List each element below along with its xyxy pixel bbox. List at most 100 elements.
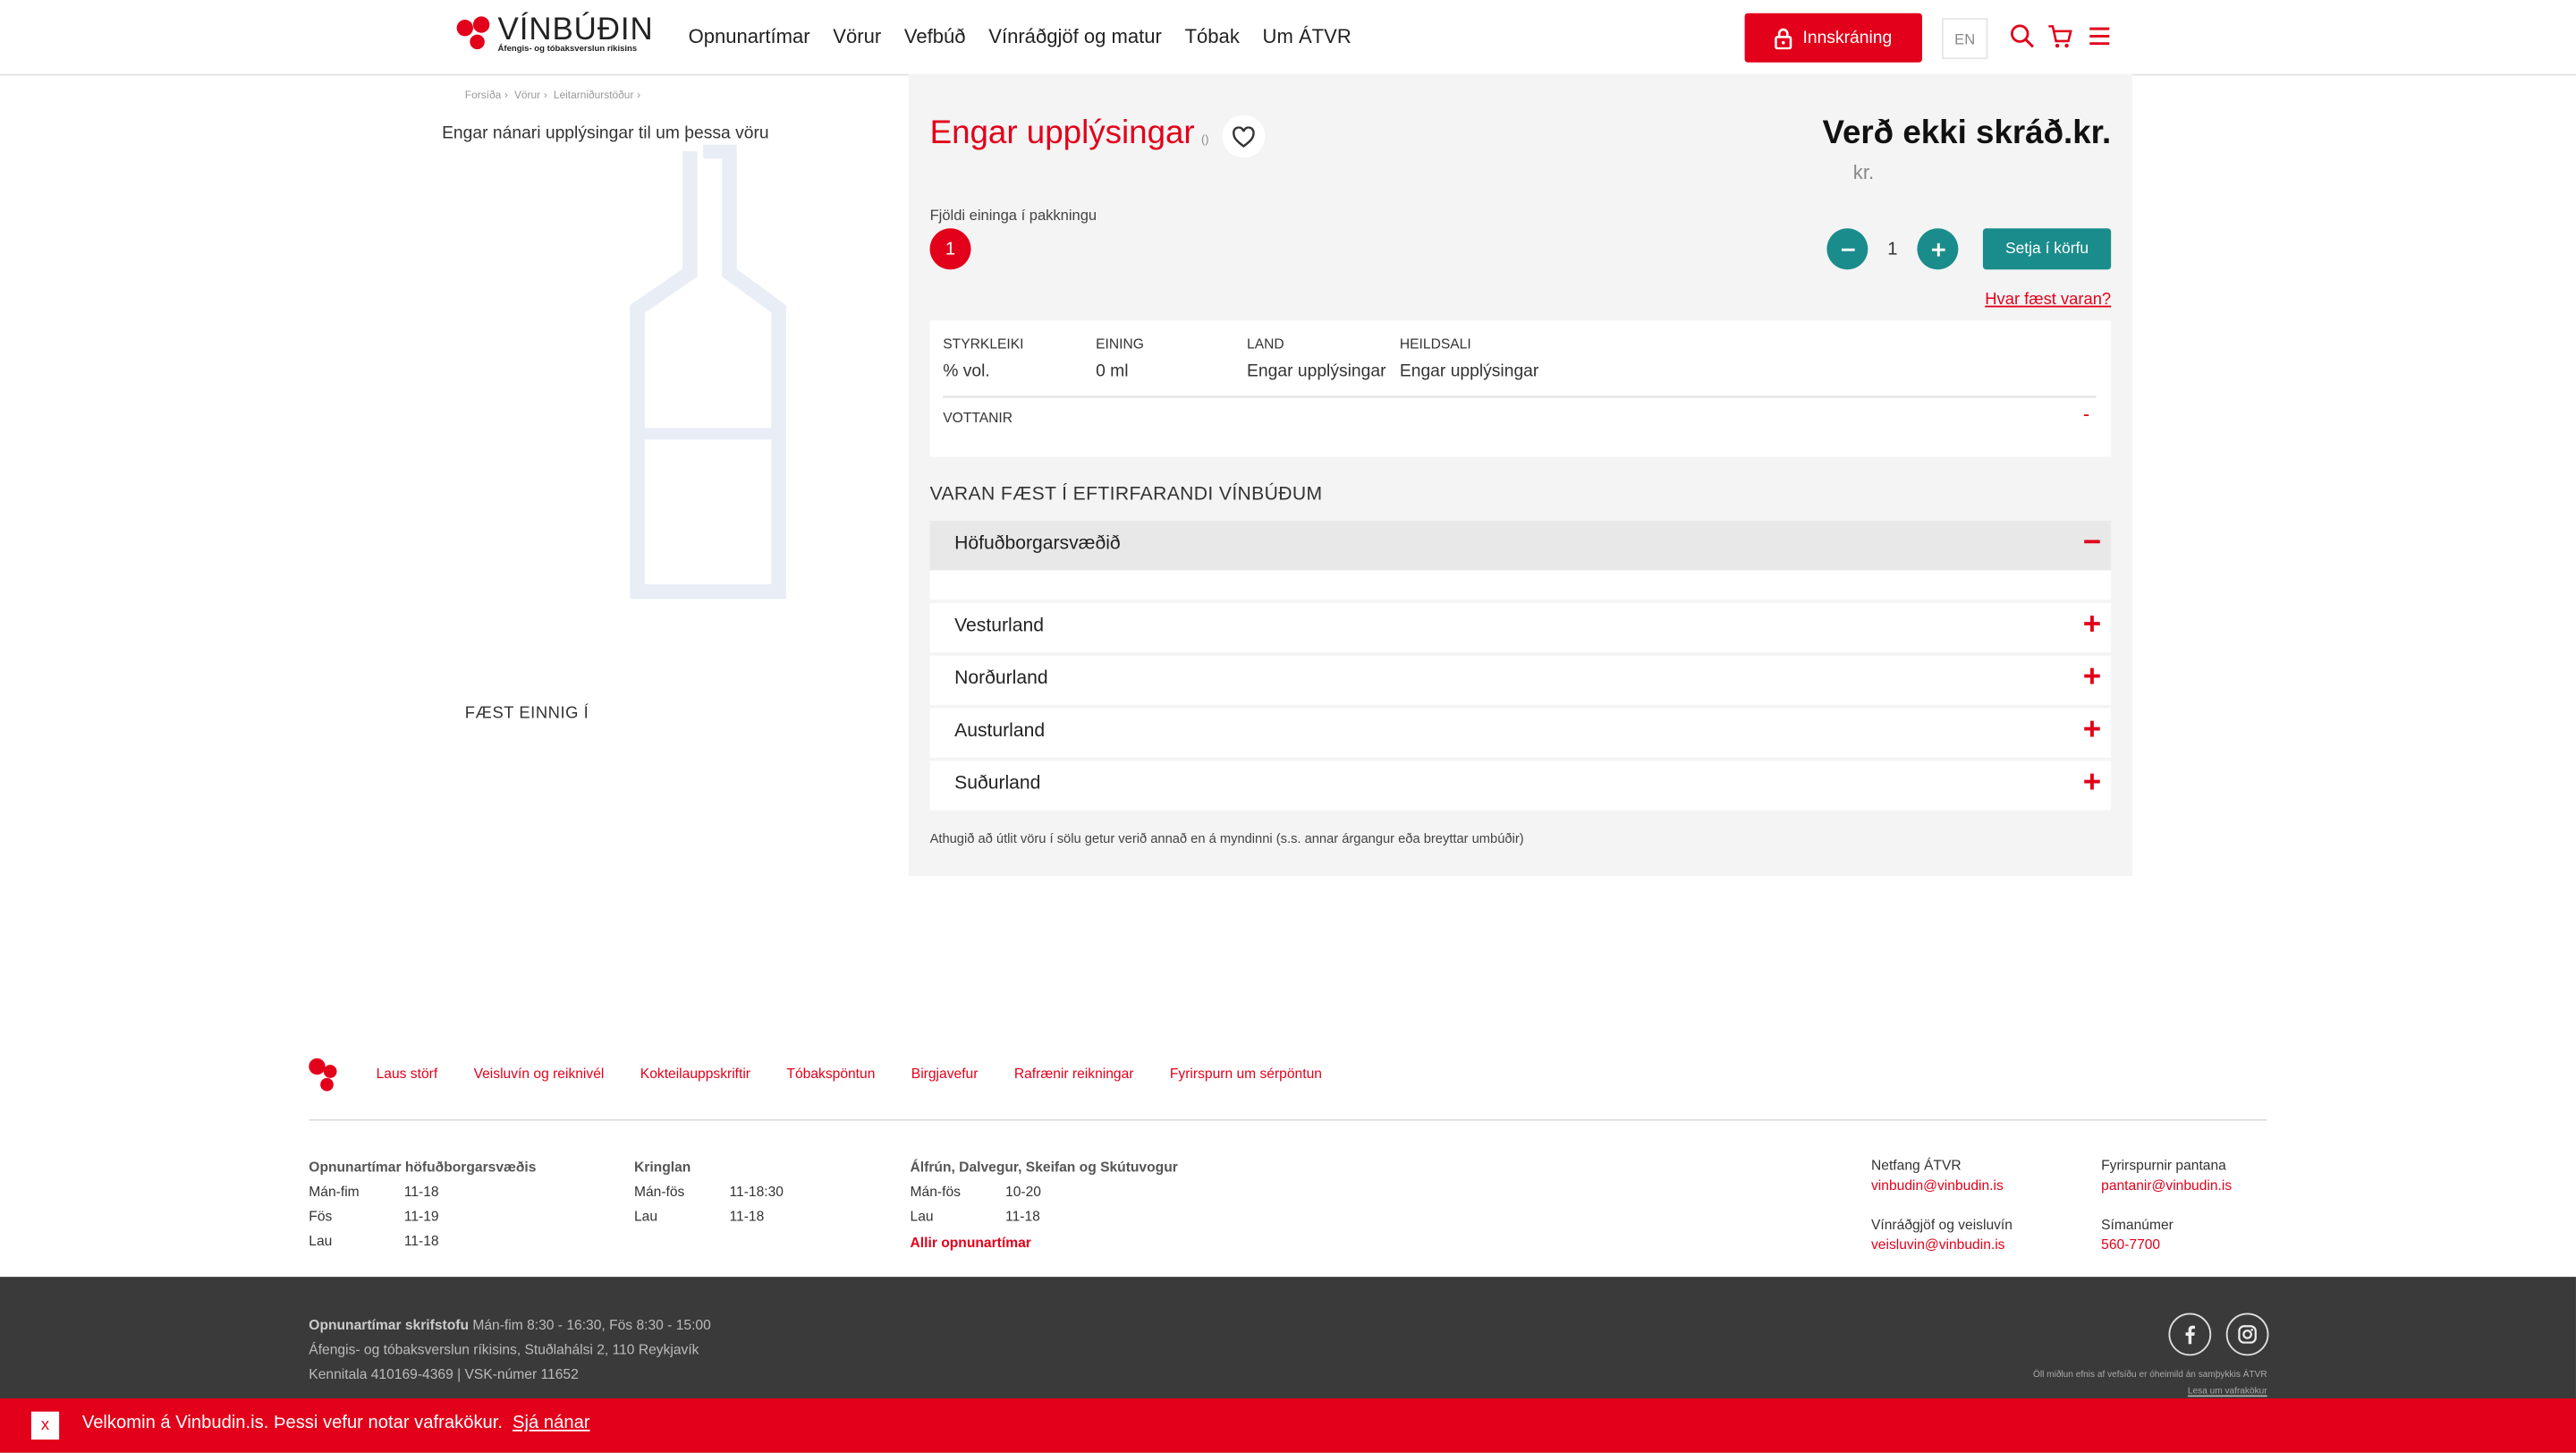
cart-icon[interactable] [2047,23,2073,49]
pack-size-badge[interactable]: 1 [929,228,971,270]
region-north[interactable]: Norðurland + [929,655,2112,705]
spec-value: 0 ml [1096,361,1129,382]
favorite-button[interactable] [1222,115,1266,158]
add-to-cart-button[interactable]: Setja í körfu [1982,228,2112,270]
spec-country: LAND Engar upplýsingar [1247,336,1385,381]
facebook-icon [2185,1325,2196,1345]
facebook-link[interactable] [2168,1313,2212,1356]
certifications-label[interactable]: VOTTANIR [943,409,1013,425]
company-info: Opnunartímar skrifstofu Mán-fim 8:30 - 1… [309,1313,711,1388]
instagram-icon [2238,1325,2257,1344]
quantity-value[interactable]: 1 [1879,240,1905,259]
contact-wine-advice: Vínráðgjöf og veisluvín veisluvin@vinbud… [1871,1216,2012,1252]
nav-tobacco[interactable]: Tóbak [1185,25,1240,48]
plus-icon [1931,242,1945,256]
contact-email-atvr: Netfang ÁTVR vinbudin@vinbudin.is [1871,1157,2004,1193]
all-opening-hours-link[interactable]: Allir opnunartímar [911,1234,1178,1250]
contact-phone: Símanúmer 560-7700 [2101,1216,2174,1252]
contact-label: Símanúmer [2101,1216,2174,1233]
expand-icon: + [2082,713,2102,748]
hours-row: Mán-fös 11-18:30 [633,1183,784,1200]
cookie-more-link[interactable]: Sjá nánar [513,1414,589,1433]
cookie-message-text: Velkomin á Vinbudin.is. Þessi vefur nota… [81,1413,504,1433]
footer-link-special-order[interactable]: Fyrirspurn um sérpöntun [1170,1065,1322,1081]
breadcrumb-home[interactable]: Forsíða [465,90,501,102]
region-label: Vesturland [954,616,1044,636]
region-west[interactable]: Vesturland + [929,603,2112,653]
nav-opening-hours[interactable]: Opnunartímar [689,25,810,48]
region-capital-area-content [929,570,2112,600]
expand-icon: + [2082,660,2102,695]
hours-row: Mán-fös 10-20 [910,1183,1042,1200]
company-ids: Kennitala 410169-4369 | VSK-númer 11652 [309,1365,579,1382]
breadcrumb-products[interactable]: Vörur [514,90,540,102]
spec-label: STYRKLEIKI [943,335,1024,353]
spec-value: Engar upplýsingar [1247,361,1386,382]
collapse-icon: − [2082,525,2102,561]
cookie-close-button[interactable]: x [30,1411,60,1440]
pack-size-label: Fjöldi eininga í pakkningu [929,207,1097,224]
hours-row: Lau 11-18 [910,1207,1040,1225]
nav-wine-advice[interactable]: Vínráðgjöf og matur [988,25,1162,48]
search-icon[interactable] [2009,23,2035,49]
footer-link-party-wine[interactable]: Veisluvín og reiknivél [474,1065,605,1081]
contact-email-link[interactable]: pantanir@vinbudin.is [2101,1177,2232,1193]
product-title: Engar upplýsingar () [930,115,1209,153]
spec-label: EINING [1096,335,1144,353]
divider [943,395,2097,398]
cookie-message: Velkomin á Vinbudin.is. Þessi vefur nota… [82,1414,590,1433]
instagram-link[interactable] [2225,1313,2269,1356]
contact-email-link[interactable]: veisluvin@vinbudin.is [1871,1236,2012,1252]
region-capital-area[interactable]: Höfuðborgarsvæðið − [929,521,2112,571]
price-unit: kr. [1852,160,1875,184]
breadcrumb-search-results[interactable]: Leitarniðurstöður [554,90,634,102]
region-east[interactable]: Austurland + [929,708,2112,758]
certifications-toggle[interactable]: - [2083,403,2089,426]
footer-link-supplier-web[interactable]: Birgjavefur [911,1065,979,1081]
copyright-notice: Öll miðlun efnis af vefsíðu er óheimild … [2033,1367,2267,1400]
footer-logo-icon[interactable] [309,1057,344,1092]
spec-value: % vol. [943,361,990,382]
contact-email-link[interactable]: vinbudin@vinbudin.is [1871,1177,2004,1193]
product-specs: STYRKLEIKI % vol. EINING 0 ml LAND Engar… [929,320,2112,457]
hours-title: Kringlan [633,1158,691,1176]
login-button[interactable]: Innskráning [1744,13,1922,63]
region-label: Norðurland [954,668,1048,689]
spec-strength: STYRKLEIKI % vol. [943,336,1023,381]
footer-link-list: Laus störf Veisluvín og reiknivél Koktei… [377,1065,1322,1081]
heart-icon [1233,125,1255,148]
contact-label: Fyrirspurnir pantana [2101,1157,2226,1174]
hours-title: Opnunartímar höfuðborgarsvæðis [309,1158,537,1176]
hours-row: Lau 11-18 [633,1207,765,1225]
expand-icon: + [2082,765,2102,801]
minus-icon [1841,247,1854,251]
expand-icon: + [2082,608,2102,643]
also-available-heading: FÆST EINNIG Í [464,704,589,724]
hours-other-stores: Álfrún, Dalvegur, Skeifan og Skútuvogur … [911,1159,1178,1251]
site-header: VÍNBÚÐIN Áfengis- og tóbaksverslun ríkis… [0,0,2576,76]
language-toggle[interactable]: EN [1941,18,1988,60]
region-label: Austurland [954,721,1046,742]
footer-link-e-invoices[interactable]: Rafrænir reikningar [1014,1065,1134,1081]
office-hours: Mán-fim 8:30 - 16:30, Fös 8:30 - 15:00 [472,1316,711,1333]
logo-subtitle: Áfengis- og tóbaksverslun ríkisins [497,44,638,55]
footer-link-tobacco-order[interactable]: Tóbakspöntun [786,1065,875,1081]
region-south[interactable]: Suðurland + [929,760,2112,811]
vinbudin-logo[interactable]: VÍNBÚÐIN Áfengis- og tóbaksverslun ríkis… [456,13,653,63]
logo-dots-icon [456,16,493,52]
nav-about[interactable]: Um ÁTVR [1263,25,1352,48]
where-sold-link[interactable]: Hvar fæst varan? [1985,291,2111,309]
product-title-suffix: () [1201,134,1209,147]
footer-link-jobs[interactable]: Laus störf [377,1065,438,1081]
breadcrumb: Forsíða › Vörur › Leitarniðurstöður › [464,90,641,102]
increase-quantity-button[interactable] [1917,228,1959,270]
no-info-text: Engar nánari upplýsingar til um þessa vö… [442,123,769,143]
nav-webshop[interactable]: Vefbúð [904,25,966,48]
contact-phone-link[interactable]: 560-7700 [2101,1236,2174,1252]
main-nav: Opnunartímar Vörur Vefbúð Vínráðgjöf og … [689,25,1352,48]
decrease-quantity-button[interactable] [1826,228,1868,270]
nav-products[interactable]: Vörur [833,25,881,48]
footer-link-cocktails[interactable]: Kokteilauppskriftir [640,1065,750,1081]
menu-icon[interactable] [2087,23,2113,49]
availability-heading: VARAN FÆST Í EFTIRFARANDI VÍNBÚÐUM [929,484,1323,505]
